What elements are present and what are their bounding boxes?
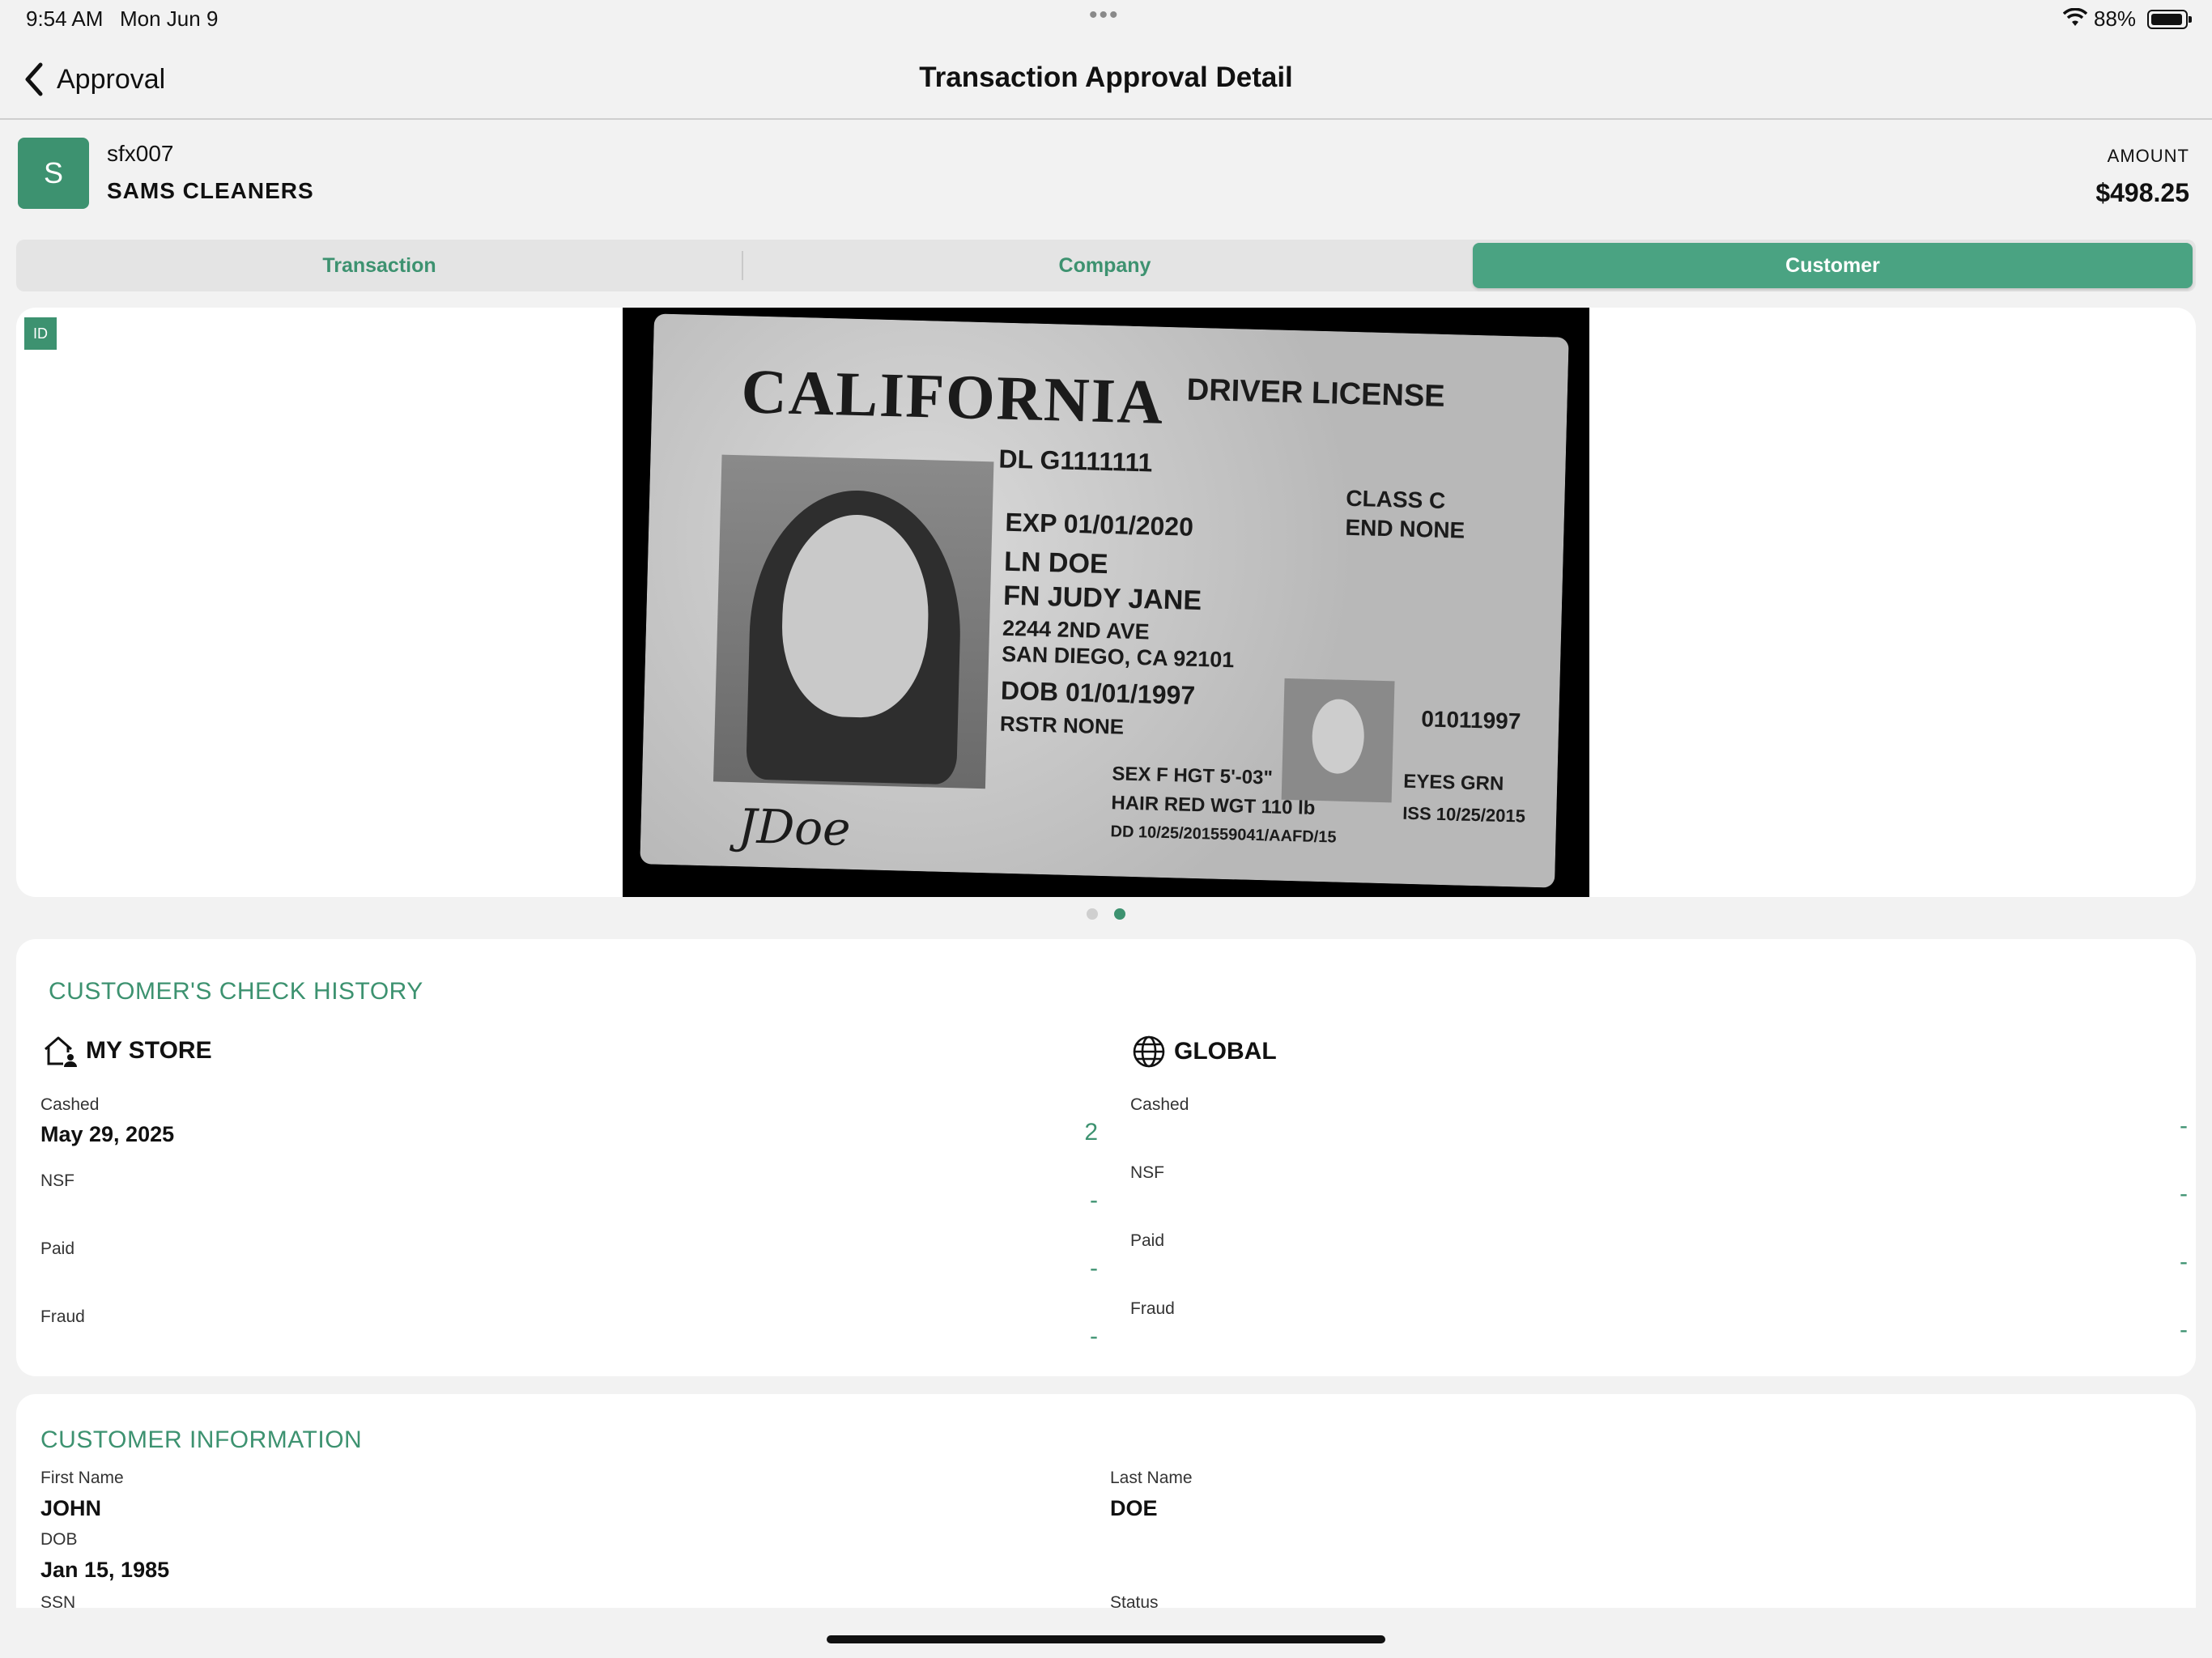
license-address-2: SAN DIEGO, CA 92101 [1001, 641, 1235, 673]
license-eyes: EYES GRN [1402, 770, 1504, 795]
global-nsf-count: - [2180, 1180, 2188, 1207]
page-dot-2[interactable] [1114, 908, 1125, 920]
page-title: Transaction Approval Detail [919, 62, 1293, 93]
my-store-cashed-date: May 29, 2025 [40, 1122, 175, 1146]
check-history-card: CUSTOMER'S CHECK HISTORY MY STORE Cashed… [16, 939, 2196, 1376]
last-name-value: DOE [1110, 1496, 1158, 1520]
navigation-bar: Approval Transaction Approval Detail [0, 39, 2212, 120]
amount-label: AMOUNT [2107, 146, 2189, 166]
global-fraud-count: - [2180, 1316, 2188, 1343]
tab-customer[interactable]: Customer [1473, 243, 2193, 288]
license-ghost-photo [1281, 678, 1395, 803]
license-exp: EXP 01/01/2020 [1005, 507, 1194, 542]
license-photo [713, 454, 994, 789]
segment-divider [742, 251, 743, 280]
my-store-fraud-count: - [1090, 1323, 1098, 1350]
license-end: END NONE [1345, 514, 1465, 543]
first-name-label: First Name [40, 1469, 124, 1487]
license-dl-number: DL G1111111 [998, 444, 1153, 478]
amount-value: $498.25 [2095, 178, 2189, 207]
drivers-license-card: CALIFORNIA DRIVER LICENSE DL G1111111 CL… [640, 313, 1569, 888]
battery-icon [2147, 10, 2192, 29]
license-dd: DD 10/25/201559041/AAFD/15 [1110, 823, 1337, 847]
my-store-cashed-label: Cashed [40, 1095, 100, 1114]
merchant-avatar: S [18, 138, 89, 209]
status-time: 9:54 AM [26, 6, 104, 31]
wifi-icon [2062, 7, 2088, 33]
my-store-label: MY STORE [86, 1037, 212, 1064]
license-dob: DOB 01/01/1997 [1000, 675, 1196, 710]
license-number-right: 01011997 [1420, 706, 1521, 734]
license-address-1: 2244 2ND AVE [1002, 615, 1150, 644]
license-sex-height: SEX F HGT 5'-03" [1112, 763, 1274, 789]
my-store-paid-label: Paid [40, 1239, 75, 1258]
home-indicator[interactable] [827, 1635, 1385, 1643]
license-iss: ISS 10/25/2015 [1402, 802, 1526, 827]
dob-value: Jan 15, 1985 [40, 1558, 170, 1582]
tab-transaction[interactable]: Transaction [19, 243, 739, 288]
tab-company[interactable]: Company [745, 243, 1465, 288]
my-store-nsf-label: NSF [40, 1171, 74, 1190]
page-dot-1[interactable] [1087, 908, 1098, 920]
merchant-id: sfx007 [107, 141, 174, 166]
dob-label: DOB [40, 1530, 78, 1549]
license-first-name: FN JUDY JANE [1002, 580, 1202, 617]
drivers-license-image[interactable]: CALIFORNIA DRIVER LICENSE DL G1111111 CL… [623, 308, 1589, 897]
my-store-fraud-label: Fraud [40, 1307, 85, 1326]
global-cashed-count: - [2180, 1112, 2188, 1139]
my-store-heading: MY STORE [42, 1033, 212, 1069]
license-last-name: LN DOE [1003, 546, 1109, 580]
my-store-nsf-count: - [1090, 1187, 1098, 1214]
multitasking-dots-icon[interactable]: ••• [1089, 2, 1120, 29]
id-image-carousel[interactable]: ID CALIFORNIA DRIVER LICENSE DL G1111111… [16, 308, 2196, 897]
home-person-icon [45, 1036, 77, 1067]
license-signature: JDoe [737, 798, 852, 857]
customer-information-title: CUSTOMER INFORMATION [40, 1426, 363, 1453]
global-cashed-label: Cashed [1130, 1095, 1189, 1114]
carousel-page-indicator[interactable] [0, 908, 2212, 921]
global-heading: GLOBAL [1132, 1035, 1277, 1069]
id-badge: ID [24, 317, 57, 350]
license-rstr: RSTR NONE [999, 711, 1125, 739]
first-name-value: JOHN [40, 1496, 102, 1520]
global-label: GLOBAL [1174, 1038, 1277, 1065]
check-history-title: CUSTOMER'S CHECK HISTORY [49, 978, 423, 1005]
license-class: CLASS C [1346, 485, 1446, 513]
detail-segmented-control: Transaction Company Customer [16, 240, 2196, 291]
global-nsf-label: NSF [1130, 1163, 1164, 1182]
license-state: CALIFORNIA [740, 355, 1166, 437]
last-name-label: Last Name [1110, 1469, 1193, 1487]
status-bar: 9:54 AM Mon Jun 9 ••• 88% [0, 0, 2212, 39]
my-store-cashed-count: 2 [1084, 1119, 1098, 1146]
global-fraud-label: Fraud [1130, 1299, 1175, 1318]
bottom-safe-area [0, 1608, 2212, 1658]
status-date: Mon Jun 9 [120, 6, 219, 31]
global-paid-label: Paid [1130, 1231, 1165, 1250]
battery-percent: 88% [2094, 6, 2137, 31]
merchant-header: S sfx007 SAMS CLEANERS AMOUNT $498.25 [0, 121, 2212, 235]
my-store-paid-count: - [1090, 1255, 1098, 1282]
globe-icon [1133, 1035, 1165, 1068]
merchant-name: SAMS CLEANERS [107, 178, 314, 203]
license-type: DRIVER LICENSE [1186, 372, 1446, 414]
global-paid-count: - [2180, 1248, 2188, 1275]
